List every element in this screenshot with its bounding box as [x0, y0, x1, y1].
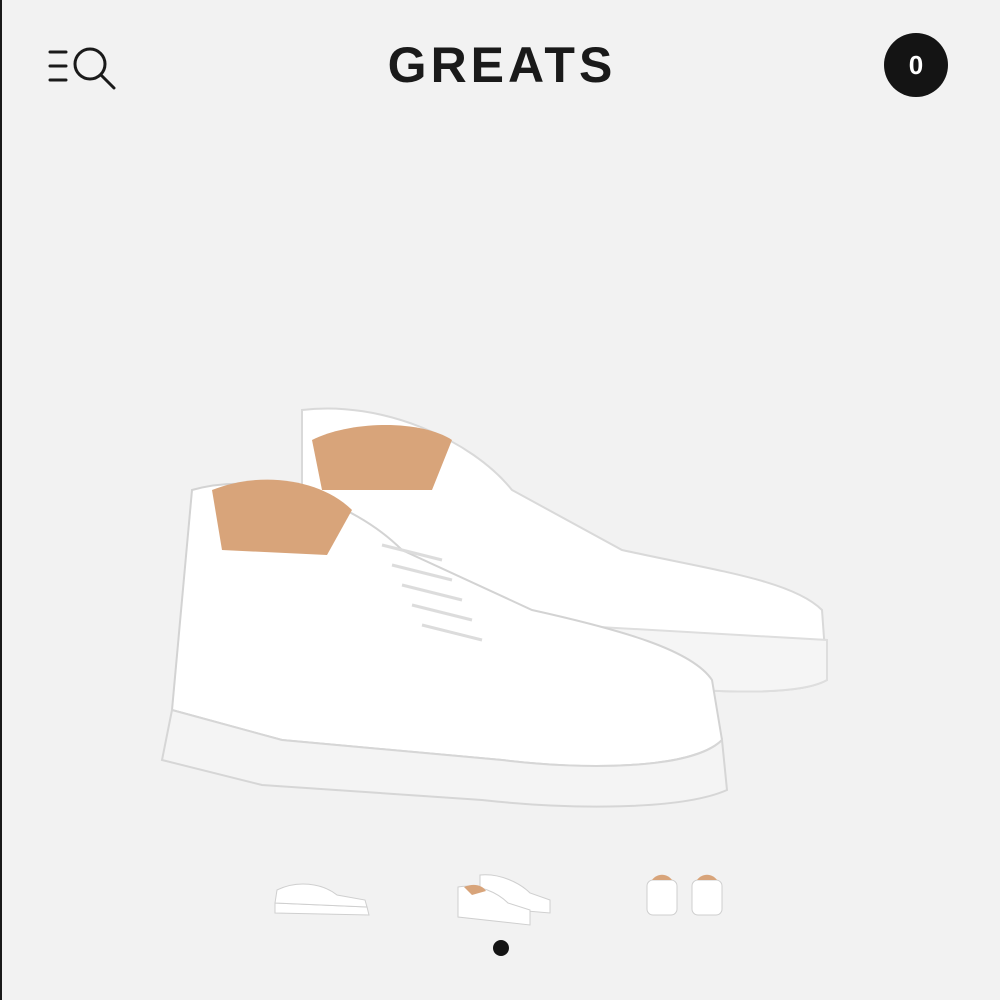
thumbnail-pair-angle[interactable]	[450, 855, 560, 935]
thumbnail-side-view[interactable]	[267, 855, 377, 935]
carousel-active-dot[interactable]	[493, 940, 509, 956]
cart-count-badge[interactable]: 0	[884, 33, 948, 97]
sneaker-pair-image	[160, 407, 829, 808]
brand-logo[interactable]: GREATS	[2, 36, 1000, 94]
product-hero-image[interactable]	[152, 380, 842, 840]
site-header: GREATS 0	[2, 0, 1000, 130]
thumbnail-heels-view[interactable]	[632, 855, 742, 935]
thumbnail-strip	[2, 855, 1000, 945]
